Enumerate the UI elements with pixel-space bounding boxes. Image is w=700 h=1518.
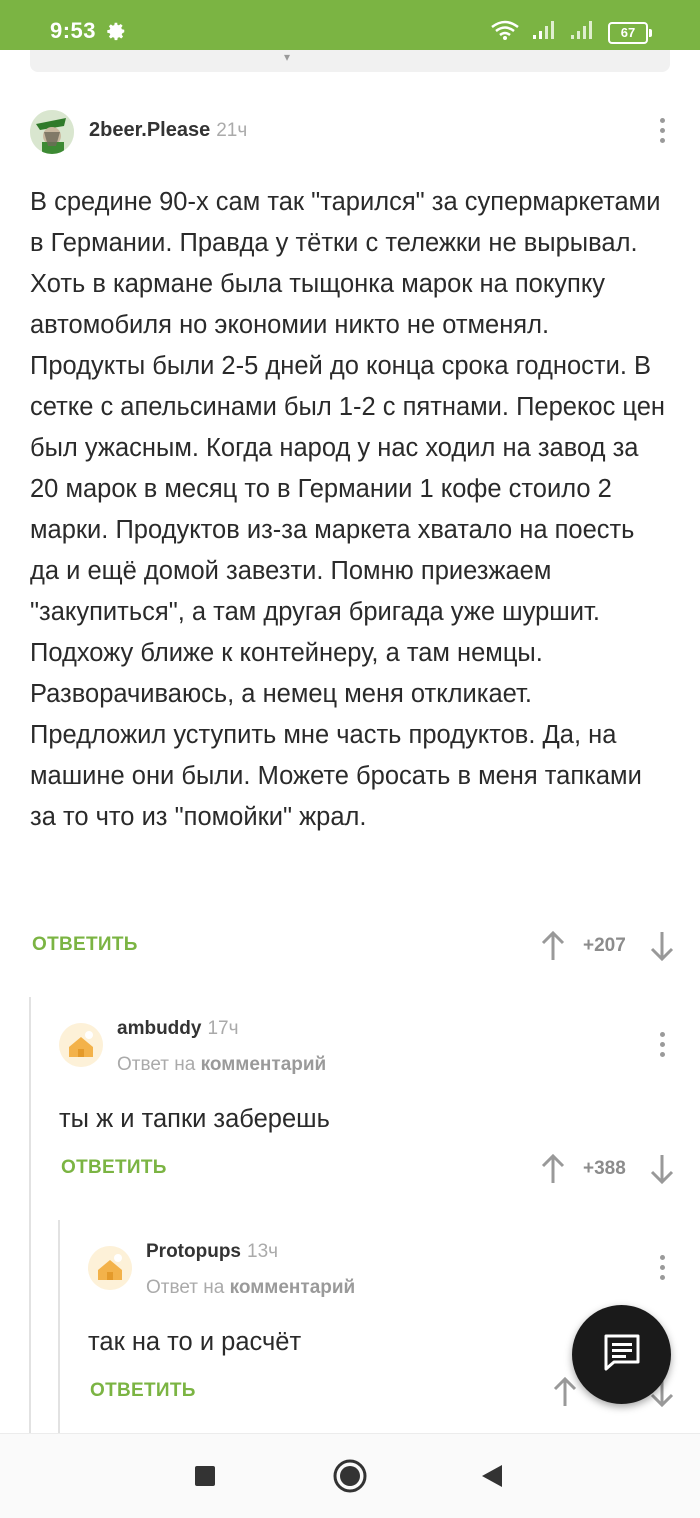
more-options-icon[interactable] bbox=[658, 1032, 666, 1057]
wifi-icon bbox=[490, 20, 520, 45]
downvote-arrow-icon[interactable] bbox=[649, 1153, 675, 1190]
thread-line bbox=[58, 1220, 60, 1433]
previous-comment-card bbox=[30, 50, 670, 72]
signal-2-icon bbox=[570, 20, 596, 45]
vote-score: +388 bbox=[583, 1158, 626, 1179]
comment-text: так на то и расчёт bbox=[88, 1328, 302, 1356]
reply-to-label: Ответ на комментарий bbox=[117, 1054, 326, 1076]
more-options-icon[interactable] bbox=[658, 118, 666, 143]
system-nav-bar bbox=[0, 1433, 700, 1518]
reply-to-label: Ответ на комментарий bbox=[146, 1277, 355, 1299]
status-time: 9:53 bbox=[50, 18, 97, 43]
more-options-icon[interactable] bbox=[658, 1255, 666, 1280]
collapse-caret-icon: ▾ bbox=[284, 50, 291, 64]
reply-button[interactable]: ОТВЕТИТЬ bbox=[90, 1380, 196, 1402]
recents-square-icon[interactable] bbox=[194, 1465, 216, 1492]
comment-text: В средине 90-х сам так "тарился" за супе… bbox=[30, 188, 666, 831]
comment-text: ты ж и тапки заберешь bbox=[59, 1105, 330, 1133]
author-name[interactable]: Protopups bbox=[146, 1241, 241, 1262]
status-bar: 9:53 67 bbox=[0, 0, 700, 50]
avatar[interactable] bbox=[30, 110, 74, 154]
signal-icon bbox=[532, 20, 558, 45]
reply-button[interactable]: ОТВЕТИТЬ bbox=[32, 934, 138, 956]
reply-to-link[interactable]: комментарий bbox=[201, 1054, 327, 1075]
upvote-arrow-icon[interactable] bbox=[540, 930, 566, 967]
settings-gear-icon bbox=[105, 20, 127, 47]
avatar[interactable] bbox=[88, 1246, 132, 1290]
battery-icon: 67 bbox=[608, 21, 652, 44]
reply-to-link[interactable]: комментарий bbox=[230, 1277, 356, 1298]
reply-to-prefix: Ответ на bbox=[117, 1054, 196, 1075]
add-comment-button[interactable] bbox=[572, 1305, 671, 1404]
home-circle-icon[interactable] bbox=[333, 1459, 367, 1498]
downvote-arrow-icon[interactable] bbox=[649, 930, 675, 967]
avatar[interactable] bbox=[59, 1023, 103, 1067]
author-name[interactable]: 2beer.Please bbox=[89, 119, 210, 141]
author-name[interactable]: ambuddy bbox=[117, 1018, 201, 1039]
comment-author[interactable]: ambuddy 17ч bbox=[117, 1018, 239, 1040]
thread-line bbox=[29, 997, 31, 1433]
reply-to-prefix: Ответ на bbox=[146, 1277, 225, 1298]
vote-score: +207 bbox=[583, 935, 626, 956]
comment-icon bbox=[602, 1332, 642, 1377]
back-triangle-icon[interactable] bbox=[481, 1464, 503, 1493]
comment-author[interactable]: 2beer.Please 21ч bbox=[89, 119, 247, 142]
upvote-arrow-icon[interactable] bbox=[552, 1376, 578, 1413]
comment-time: 17ч bbox=[207, 1018, 239, 1039]
reply-button[interactable]: ОТВЕТИТЬ bbox=[61, 1157, 167, 1179]
comment-time: 13ч bbox=[247, 1241, 279, 1262]
upvote-arrow-icon[interactable] bbox=[540, 1153, 566, 1190]
comment-author[interactable]: Protopups 13ч bbox=[146, 1241, 278, 1263]
comment-time: 21ч bbox=[216, 120, 248, 141]
